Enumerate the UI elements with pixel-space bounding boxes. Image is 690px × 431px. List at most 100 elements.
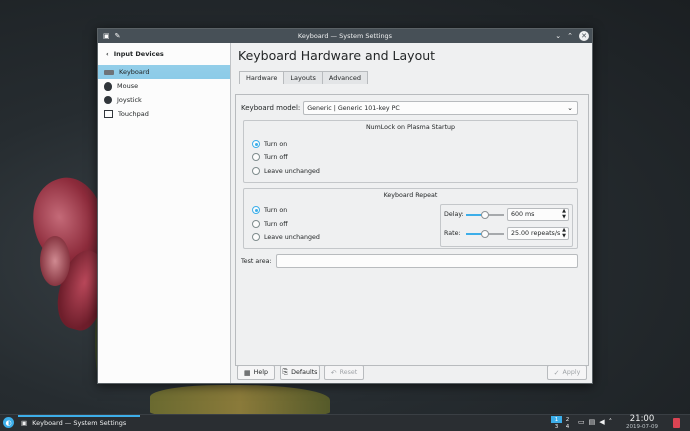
- button-label: Reset: [339, 369, 358, 376]
- spin-arrows-icon[interactable]: ▲ ▼: [562, 227, 566, 239]
- joystick-icon: [104, 96, 112, 104]
- help-button[interactable]: ▦ Help: [237, 365, 275, 380]
- tab-layouts[interactable]: Layouts: [283, 71, 323, 84]
- clipboard-icon[interactable]: ▤: [589, 418, 596, 426]
- expand-tray-icon[interactable]: ˄: [609, 418, 613, 426]
- keyboard-model-select[interactable]: Generic | Generic 101-key PC ⌄: [303, 101, 578, 115]
- radio-indicator: [252, 206, 260, 214]
- radio-label: Leave unchanged: [264, 233, 320, 241]
- virtual-desktop-pager[interactable]: 1 2 3 4: [551, 416, 573, 430]
- clock-date: 2019-07-09: [626, 424, 658, 430]
- clock-time: 21:00: [629, 414, 655, 424]
- radio-label: Turn off: [264, 220, 288, 228]
- help-icon: ▦: [244, 368, 251, 377]
- keyboard-model-label: Keyboard model:: [241, 104, 301, 112]
- desktop-3[interactable]: 3: [551, 423, 562, 430]
- keyboard-repeat-group: Keyboard Repeat Turn on Turn off Leave u…: [243, 188, 578, 249]
- tab-bar: Hardware Layouts Advanced: [239, 71, 589, 84]
- numlock-group-title: NumLock on Plasma Startup: [365, 124, 456, 131]
- sidebar: ‹ Input Devices Keyboard Mouse Joystick …: [98, 43, 231, 383]
- sidebar-item-label: Keyboard: [119, 68, 150, 76]
- button-label: Defaults: [291, 369, 318, 376]
- numlock-turn-off-radio[interactable]: Turn off: [252, 153, 288, 161]
- tab-hardware[interactable]: Hardware: [239, 71, 285, 84]
- wallpaper-flower: [150, 385, 330, 415]
- apply-button[interactable]: ✓ Apply: [547, 365, 587, 380]
- sidebar-item-label: Mouse: [117, 82, 139, 90]
- delay-spinbox[interactable]: 600 ms ▲ ▼: [507, 208, 569, 221]
- spin-arrows-icon[interactable]: ▲ ▼: [562, 208, 566, 220]
- rate-slider[interactable]: [466, 229, 504, 238]
- taskbar: ◐ ▣ Keyboard — System Settings 1 2 3 4 ▭…: [0, 414, 690, 431]
- defaults-icon: ⎘: [282, 368, 289, 376]
- rate-value: 25.00 repeats/s: [511, 230, 561, 237]
- close-button[interactable]: ✕: [579, 31, 589, 41]
- digital-clock[interactable]: 21:00 2019-07-09: [624, 414, 660, 431]
- task-label: Keyboard — System Settings: [32, 419, 127, 427]
- app-launcher-icon[interactable]: ◐: [3, 417, 14, 428]
- radio-indicator: [252, 153, 260, 161]
- delay-label: Delay:: [444, 211, 464, 218]
- sidebar-item-keyboard[interactable]: Keyboard: [98, 65, 230, 79]
- test-area-input[interactable]: [275, 254, 578, 268]
- sidebar-item-label: Joystick: [117, 96, 142, 104]
- mouse-icon: [104, 81, 112, 91]
- radio-indicator: [252, 233, 260, 241]
- taskbar-task-system-settings[interactable]: ▣ Keyboard — System Settings: [18, 416, 140, 430]
- sidebar-item-joystick[interactable]: Joystick: [98, 93, 230, 107]
- chevron-left-icon: ‹: [106, 50, 109, 58]
- keyboard-icon: [104, 69, 114, 75]
- settings-app-icon: ▣: [21, 419, 28, 427]
- display-icon[interactable]: ▭: [578, 418, 585, 426]
- keyboard-repeat-group-title: Keyboard Repeat: [383, 192, 438, 199]
- keyboard-model-value: Generic | Generic 101-key PC: [307, 104, 400, 112]
- desktop-2[interactable]: 2: [562, 416, 573, 423]
- numlock-turn-on-radio[interactable]: Turn on: [252, 140, 287, 148]
- numlock-group: NumLock on Plasma Startup Turn on Turn o…: [243, 120, 578, 183]
- repeat-turn-on-radio[interactable]: Turn on: [252, 206, 287, 214]
- sidebar-item-label: Touchpad: [118, 110, 149, 118]
- repeat-leave-unchanged-radio[interactable]: Leave unchanged: [252, 233, 320, 241]
- repeat-settings-box: Delay: 600 ms ▲ ▼ Rate: 25.00 repeats/s …: [440, 204, 573, 247]
- radio-label: Turn off: [264, 153, 288, 161]
- slider-handle[interactable]: [481, 229, 489, 238]
- defaults-button[interactable]: ⎘ Defaults: [280, 365, 320, 380]
- wallpaper-flower: [40, 236, 70, 286]
- reset-icon: ↶: [330, 368, 337, 377]
- main-content: Keyboard Hardware and Layout Hardware La…: [232, 43, 592, 383]
- numlock-leave-unchanged-radio[interactable]: Leave unchanged: [252, 167, 320, 175]
- delay-slider[interactable]: [466, 210, 504, 219]
- tab-advanced[interactable]: Advanced: [321, 71, 368, 84]
- rate-label: Rate:: [444, 230, 461, 237]
- button-label: Apply: [562, 369, 581, 376]
- desktop-4[interactable]: 4: [562, 423, 573, 430]
- rate-spinbox[interactable]: 25.00 repeats/s ▲ ▼: [507, 227, 569, 240]
- maximize-icon[interactable]: ⌃: [567, 32, 573, 40]
- hardware-panel: Keyboard model: Generic | Generic 101-ke…: [235, 94, 589, 366]
- repeat-turn-off-radio[interactable]: Turn off: [252, 220, 288, 228]
- trash-icon[interactable]: [673, 418, 680, 428]
- button-bar: ▦ Help ⎘ Defaults ↶ Reset ✓ Apply: [235, 365, 589, 380]
- minimize-icon[interactable]: ⌄: [555, 32, 561, 40]
- radio-label: Turn on: [264, 140, 288, 148]
- sidebar-item-mouse[interactable]: Mouse: [98, 79, 230, 93]
- page-title: Keyboard Hardware and Layout: [238, 48, 436, 63]
- touchpad-icon: [104, 110, 113, 118]
- delay-value: 600 ms: [511, 211, 535, 218]
- radio-indicator: [252, 220, 260, 228]
- sidebar-back-label: Input Devices: [113, 50, 164, 58]
- radio-label: Turn on: [264, 206, 288, 214]
- reset-button[interactable]: ↶ Reset: [324, 365, 364, 380]
- volume-icon[interactable]: ◀: [599, 418, 604, 426]
- back-button[interactable]: ‹ Input Devices: [98, 43, 230, 65]
- slider-handle[interactable]: [481, 210, 489, 219]
- desktop-1[interactable]: 1: [551, 416, 562, 423]
- radio-label: Leave unchanged: [264, 167, 320, 175]
- window-title: Keyboard — System Settings: [297, 32, 393, 40]
- system-settings-window: ▣ ✎ Keyboard — System Settings ⌄ ⌃ ✕ ‹ I…: [97, 28, 593, 384]
- sidebar-item-touchpad[interactable]: Touchpad: [98, 107, 230, 121]
- title-bar[interactable]: ▣ ✎ Keyboard — System Settings ⌄ ⌃ ✕: [98, 29, 592, 43]
- chevron-down-icon: ⌄: [567, 104, 573, 112]
- radio-indicator: [252, 140, 260, 148]
- button-label: Help: [253, 369, 268, 376]
